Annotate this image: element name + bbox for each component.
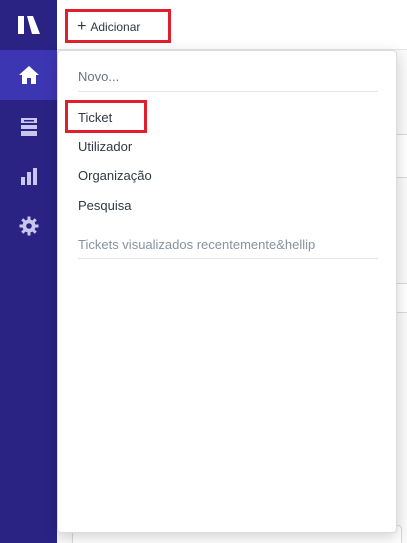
menu-item-search[interactable]: Pesquisa: [78, 195, 131, 217]
add-button-label: Adicionar: [90, 19, 141, 34]
nav-item-settings[interactable]: [0, 201, 57, 251]
menu-header: Novo...: [78, 69, 120, 84]
logo[interactable]: [0, 0, 57, 50]
nav-rail: [0, 0, 57, 543]
plus-icon: +: [77, 17, 87, 35]
nav-item-views[interactable]: [0, 102, 57, 152]
add-button[interactable]: + Adicionar: [69, 13, 148, 40]
app: + Adicionar Novo... Ticket Utilizador Or…: [0, 0, 407, 543]
bar-chart-icon: [20, 168, 37, 185]
nav-item-home[interactable]: [0, 50, 57, 100]
nav-item-reports[interactable]: [0, 151, 57, 201]
gear-icon: [19, 216, 38, 236]
menu-separator: [78, 91, 378, 92]
add-dropdown-menu: Novo... Ticket Utilizador Organização Pe…: [57, 50, 397, 533]
views-icon: [20, 118, 37, 136]
zendesk-logo-icon: [17, 16, 40, 34]
recent-tickets-label[interactable]: Tickets visualizados recentemente&hellip: [78, 237, 315, 252]
menu-item-organization[interactable]: Organização: [78, 165, 152, 187]
home-icon: [18, 66, 39, 84]
menu-separator: [78, 258, 378, 259]
menu-item-ticket[interactable]: Ticket: [78, 107, 112, 129]
menu-item-user[interactable]: Utilizador: [78, 136, 132, 158]
